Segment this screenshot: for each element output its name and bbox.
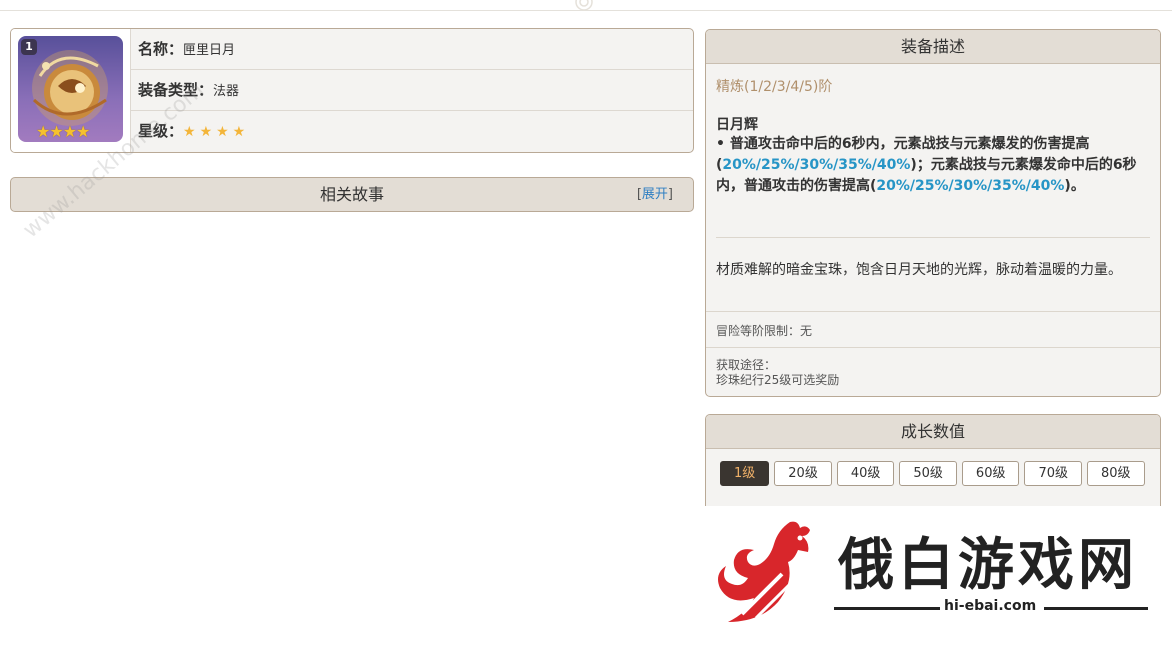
skill-highlight-1: 20%/25%/30%/35%/40% bbox=[722, 157, 911, 173]
name-row: 名称：匣里日月 bbox=[131, 29, 693, 70]
item-info-card: 1 ★★★★ 名称：匣里日月 装备类型：法器 星级：★★★★ bbox=[10, 28, 694, 153]
rarity-row: 星级：★★★★ bbox=[131, 111, 693, 152]
level-tab-50[interactable]: 50级 bbox=[899, 461, 957, 486]
description-header: 装备描述 bbox=[706, 30, 1160, 64]
divider bbox=[706, 347, 1160, 348]
equipment-description-panel: 装备描述 精炼(1/2/3/4/5)阶 日月辉 • 普通攻击命中后的6秒内，元素… bbox=[705, 29, 1161, 397]
growth-header: 成长数值 bbox=[706, 415, 1160, 449]
catalyst-icon: 1 ★★★★ bbox=[18, 36, 123, 142]
level-tab-1[interactable]: 1级 bbox=[720, 461, 770, 486]
level-tab-70[interactable]: 70级 bbox=[1024, 461, 1083, 486]
icon-rarity-stars: ★★★★ bbox=[36, 122, 90, 141]
related-story-section: 相关故事 [展开] bbox=[10, 177, 694, 212]
skill-name: 日月辉 bbox=[716, 117, 758, 133]
logo-rule-left bbox=[834, 607, 940, 610]
obtain-label: 获取途径： bbox=[716, 358, 777, 372]
site-logo-url: hi-ebai.com bbox=[944, 598, 1037, 614]
skill-description: • 普通攻击命中后的6秒内，元素战技与元素爆发的伤害提高(20%/25%/30%… bbox=[716, 134, 1150, 197]
type-row: 装备类型：法器 bbox=[131, 70, 693, 111]
level-tabs: 1级 20级 40级 50级 60级 70级 80级 bbox=[720, 461, 1150, 494]
name-label: 名称： bbox=[138, 40, 184, 58]
rarity-stars: ★★★★ bbox=[183, 124, 250, 140]
expand-link[interactable]: 展开 bbox=[642, 187, 668, 202]
obtain-value: 珍珠纪行25级可选奖励 bbox=[716, 373, 840, 387]
logo-rule-right bbox=[1044, 607, 1148, 610]
lore-text: 材质难解的暗金宝珠，饱含日月天地的光辉，脉动着温暖的力量。 bbox=[716, 262, 1122, 278]
refine-text: 精炼(1/2/3/4/5)阶 bbox=[716, 79, 833, 95]
level-badge: 1 bbox=[21, 39, 37, 55]
item-icon-cell: 1 ★★★★ bbox=[11, 29, 131, 152]
divider bbox=[716, 237, 1150, 238]
obtain-info: 获取途径： 珍珠纪行25级可选奖励 bbox=[716, 358, 839, 388]
rooster-logo-icon bbox=[718, 521, 810, 622]
skill-text-part3: )。 bbox=[1064, 178, 1085, 194]
level-tab-20[interactable]: 20级 bbox=[774, 461, 832, 486]
ornament-icon bbox=[575, 0, 593, 11]
story-title: 相关故事 bbox=[319, 185, 384, 204]
level-tab-80[interactable]: 80级 bbox=[1087, 461, 1145, 486]
name-value: 匣里日月 bbox=[183, 43, 236, 58]
rank-limit: 冒险等阶限制：无 bbox=[716, 324, 813, 338]
skill-highlight-2: 20%/25%/30%/35%/40% bbox=[876, 178, 1065, 194]
level-tab-40[interactable]: 40级 bbox=[836, 461, 895, 486]
level-tab-60[interactable]: 60级 bbox=[961, 461, 1020, 486]
story-expand[interactable]: [展开] bbox=[637, 178, 673, 212]
type-value: 法器 bbox=[213, 84, 240, 99]
expand-close-bracket: ] bbox=[667, 187, 673, 202]
site-logo-name: 俄白游戏网 bbox=[838, 532, 1138, 598]
divider bbox=[706, 311, 1160, 312]
